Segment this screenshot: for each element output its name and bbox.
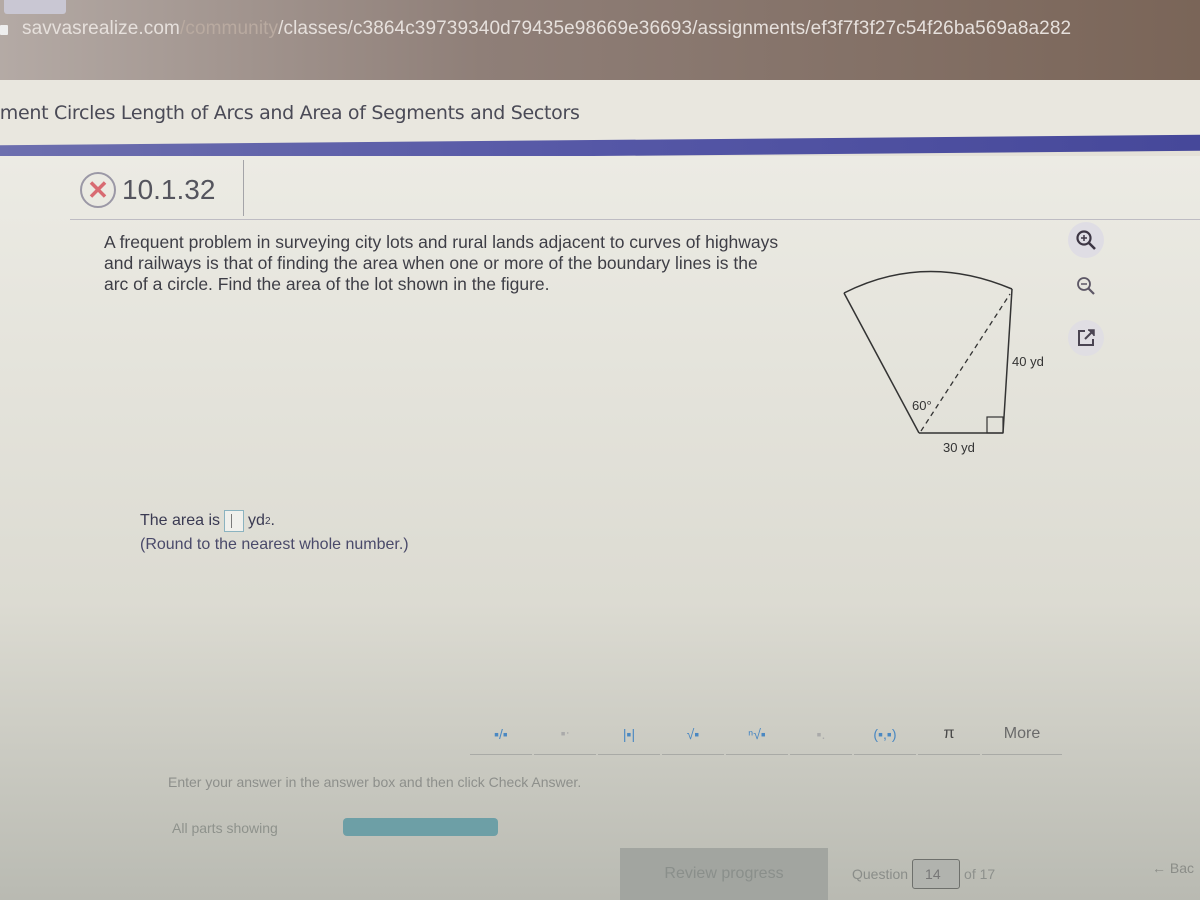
url-path: /classes/c3864c39739340d79435e98669e3669… — [278, 18, 1072, 39]
answer-instruction: (Round to the nearest whole number.) — [140, 536, 409, 553]
incorrect-x-icon: ✕ — [80, 172, 116, 208]
question-number-input[interactable]: 14 — [912, 859, 961, 889]
right-angle-marker — [986, 416, 1004, 434]
question-number: ✕ 10.1.32 — [80, 172, 215, 208]
question-total: of 17 — [964, 866, 996, 882]
ordered-pair-icon: (▪,▪) — [873, 725, 897, 742]
popout-button[interactable] — [1068, 320, 1104, 356]
exponent-icon: ▪ᐧ — [560, 725, 570, 741]
angle-label: 60° — [912, 398, 932, 413]
more-button[interactable]: More — [982, 714, 1062, 755]
url-path-dim: /community — [179, 18, 279, 39]
browser-tab[interactable] — [4, 0, 66, 14]
zoom-in-button[interactable] — [1068, 222, 1104, 258]
answer-unit: yd — [248, 512, 265, 529]
parts-label: All parts showing — [172, 820, 278, 836]
assignment-title: nment Circles Length of Arcs and Area of… — [0, 102, 580, 124]
subscript-icon: ▪. — [816, 725, 826, 742]
answer-prefix: The area is — [140, 512, 221, 529]
browser-address-bar[interactable]: savvasrealize.com/community/classes/c386… — [0, 0, 1200, 80]
url-domain: savvasrealize.com — [22, 18, 180, 39]
more-label: More — [1003, 724, 1041, 742]
back-button[interactable]: ← Bac — [1152, 860, 1194, 876]
hint-text: Enter your answer in the answer box and … — [168, 774, 582, 790]
ordered-pair-button[interactable]: (▪,▪) — [854, 714, 916, 755]
fraction-icon: ▪/▪ — [494, 725, 508, 742]
nth-root-button[interactable]: ⁿ√▪ — [726, 714, 788, 755]
subscript-button[interactable]: ▪. — [790, 714, 852, 755]
lock-icon — [0, 25, 8, 35]
parts-progress-bar — [343, 818, 498, 836]
divider — [243, 160, 244, 216]
answer-area: The area is yd 2. (Round to the nearest w… — [140, 510, 409, 554]
footer-nav: Review progress Question 14 of 17 — [620, 848, 995, 900]
problem-text: A frequent problem in surveying city lot… — [104, 232, 779, 294]
exponent-button[interactable]: ▪ᐧ — [534, 714, 596, 755]
review-progress-button[interactable]: Review progress — [620, 848, 828, 900]
zoom-out-icon — [1077, 277, 1095, 295]
absolute-value-button[interactable]: |▪| — [598, 714, 660, 755]
zoom-in-icon — [1076, 230, 1096, 250]
lot-diagonal — [920, 293, 1011, 432]
fraction-button[interactable]: ▪/▪ — [470, 714, 532, 755]
lot-figure: 60° 40 yd 30 yd — [830, 260, 1070, 460]
nth-root-icon: ⁿ√▪ — [748, 725, 766, 742]
question-label: Question — [852, 866, 909, 882]
lot-left-side — [843, 292, 920, 434]
zoom-out-button[interactable] — [1068, 268, 1104, 304]
divider — [70, 219, 1200, 220]
question-number-label: 10.1.32 — [122, 174, 216, 205]
base-label: 30 yd — [943, 440, 975, 455]
lot-arc — [843, 270, 1013, 294]
popout-icon — [1078, 329, 1095, 346]
lot-right-side — [1002, 288, 1013, 434]
side-label: 40 yd — [1012, 354, 1044, 369]
url-text[interactable]: savvasrealize.com/community/classes/c386… — [22, 18, 1071, 40]
math-toolbar: ▪/▪ ▪ᐧ |▪| √▪ ⁿ√▪ ▪. (▪,▪) π More — [470, 712, 1064, 756]
pi-icon: π — [943, 724, 955, 742]
answer-input[interactable] — [224, 510, 245, 532]
square-root-button[interactable]: √▪ — [662, 714, 724, 755]
pi-button[interactable]: π — [918, 714, 980, 755]
square-root-icon: √▪ — [686, 725, 700, 742]
answer-suffix: . — [270, 512, 275, 529]
absolute-value-icon: |▪| — [622, 725, 636, 742]
